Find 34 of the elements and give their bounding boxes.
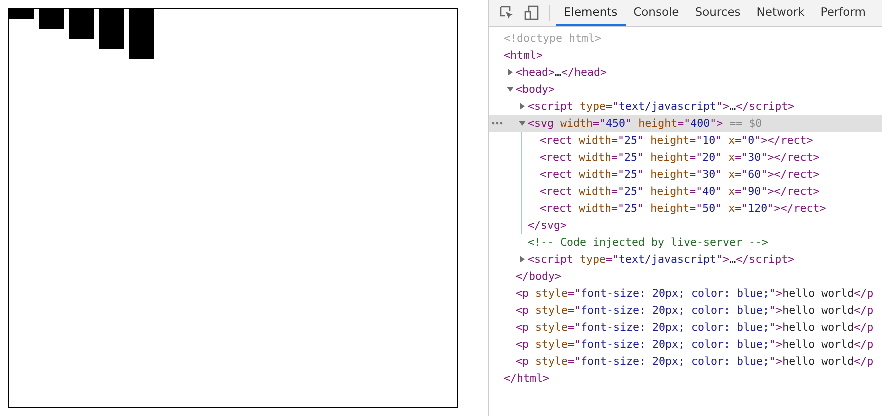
panel-tab[interactable]: Network — [748, 0, 813, 26]
dom-node[interactable]: <rect width="25" height="30" x="60"></rect> — [540, 168, 820, 181]
expand-arrow-icon[interactable] — [507, 86, 514, 93]
panel-tab[interactable]: Elements — [556, 0, 626, 26]
dom-node[interactable]: <p style="font-size: 20px; color: blue;">hello world</p — [516, 304, 874, 317]
dom-node[interactable]: <rect width="25" height="40" x="90"></rect> — [540, 185, 820, 198]
inspect-icon[interactable] — [499, 5, 515, 21]
dom-node[interactable]: <rect width="25" height="20" x="30"></rect> — [540, 151, 820, 164]
selected-row[interactable]: <svg width="450" height="400"> == $0 — [489, 115, 882, 132]
expand-arrow-icon[interactable] — [519, 120, 526, 127]
device-icon[interactable] — [524, 5, 540, 21]
panel-tab[interactable]: Perform — [812, 0, 874, 26]
dom-node[interactable]: <!-- Code injected by live-server --> — [528, 236, 769, 249]
panel-tab[interactable]: Console — [626, 0, 688, 26]
dom-node[interactable]: </body> — [516, 270, 562, 283]
dom-node[interactable]: <html> — [504, 49, 544, 62]
dom-node[interactable]: <rect width="25" height="50" x="120"></rect> — [540, 202, 826, 215]
dom-node[interactable]: <script type="text/javascript">…</script> — [528, 100, 795, 113]
more-icon[interactable] — [492, 122, 503, 125]
panel-tab[interactable]: Sources — [687, 0, 749, 26]
dom-node[interactable]: <rect width="25" height="10" x="0"></rect> — [540, 134, 814, 147]
dom-node[interactable]: </html> — [504, 372, 550, 385]
dom-node[interactable]: <body> — [516, 83, 556, 96]
dom-node[interactable]: </svg> — [528, 219, 568, 232]
dom-node[interactable]: <p style="font-size: 20px; color: blue;">hello world</p — [516, 287, 874, 300]
expand-arrow-icon[interactable] — [519, 256, 526, 263]
expand-arrow-icon[interactable] — [519, 103, 526, 110]
dom-node[interactable]: <p style="font-size: 20px; color: blue;">hello world</p — [516, 338, 874, 351]
dom-node[interactable]: <p style="font-size: 20px; color: blue;">hello world</p — [516, 355, 874, 368]
dom-node[interactable]: <svg width="450" height="400"> == $0 — [528, 117, 762, 130]
expand-arrow-icon[interactable] — [507, 69, 514, 76]
dom-node[interactable]: <script type="text/javascript">…</script> — [528, 253, 795, 266]
dom-node[interactable]: <head>…</head> — [516, 66, 608, 79]
dom-node[interactable]: <p style="font-size: 20px; color: blue;">hello world</p — [516, 321, 874, 334]
